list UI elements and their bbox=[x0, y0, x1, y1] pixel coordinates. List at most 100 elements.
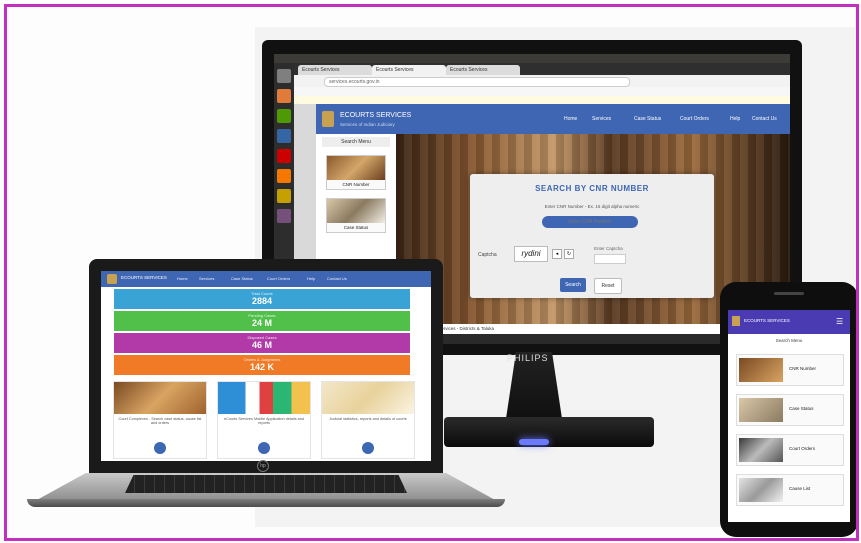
card-image bbox=[114, 382, 206, 414]
stat-value: 24 M bbox=[251, 318, 272, 328]
stat-caption: Orders & Judgments bbox=[243, 357, 281, 362]
hamburger-menu-icon[interactable]: ☰ bbox=[836, 317, 843, 326]
launcher-app-icon[interactable] bbox=[277, 169, 291, 183]
launcher-app-icon[interactable] bbox=[277, 149, 291, 163]
card-image bbox=[739, 478, 783, 502]
card-action-button[interactable] bbox=[154, 442, 166, 454]
site-title: ECOURTS SERVICES bbox=[340, 112, 412, 119]
launcher-app-icon[interactable] bbox=[277, 69, 291, 83]
card-label: CNR Number bbox=[342, 182, 370, 187]
nav-case-status[interactable]: Case Status bbox=[634, 116, 661, 122]
stat-value: 142 K bbox=[249, 362, 275, 372]
laptop-logo-icon: hp bbox=[257, 460, 269, 472]
browser-tab-bar: Ecourts Services Ecourts Services Ecourt… bbox=[294, 63, 790, 75]
cnr-input[interactable] bbox=[542, 216, 638, 228]
card-label: Court Orders bbox=[789, 446, 816, 451]
phone-card-case-status[interactable]: Case Status bbox=[736, 394, 844, 426]
stat-caption: Total Courts bbox=[251, 291, 273, 296]
captcha-input[interactable] bbox=[594, 254, 626, 264]
laptop-site-nav: ECOURTS SERVICES Home Services Case Stat… bbox=[101, 271, 431, 287]
notice-strip bbox=[294, 96, 790, 104]
card-text: Court Complexes - Search case status, ca… bbox=[118, 417, 202, 425]
nav-contact[interactable]: Contact Us bbox=[327, 276, 347, 281]
site-subtitle: Services of Indian Judiciary bbox=[340, 122, 395, 127]
laptop-front-edge bbox=[27, 499, 505, 507]
sidebar-card-cnr[interactable]: CNR Number bbox=[326, 155, 386, 190]
laptop-keyboard bbox=[125, 475, 407, 493]
card-label: CNR Number bbox=[789, 366, 817, 371]
reset-button[interactable]: Reset bbox=[594, 278, 622, 294]
card-label: Cause List bbox=[789, 486, 811, 491]
search-button[interactable]: Search bbox=[560, 278, 586, 292]
phone-card-court-orders[interactable]: Court Orders bbox=[736, 434, 844, 466]
stat-disposed-cases: Disposed Cases 46 M bbox=[114, 333, 410, 353]
card-label: Case Status bbox=[343, 225, 369, 230]
laptop: ECOURTS SERVICES Home Services Case Stat… bbox=[89, 259, 443, 474]
image-frame: Ecourts Services Ecourts Services Ecourt… bbox=[4, 4, 859, 541]
card-image bbox=[322, 382, 414, 414]
captcha-audio-icon[interactable]: ◂ bbox=[552, 249, 562, 259]
stat-value: 46 M bbox=[251, 340, 272, 350]
emblem-icon bbox=[322, 111, 334, 127]
emblem-icon bbox=[107, 274, 117, 284]
laptop-screen: ECOURTS SERVICES Home Services Case Stat… bbox=[101, 271, 431, 461]
feature-card[interactable]: Judicial statistics, reports and details… bbox=[321, 381, 415, 459]
stat-orders: Orders & Judgments 142 K bbox=[114, 355, 410, 375]
card-text: Judicial statistics, reports and details… bbox=[329, 417, 407, 421]
phone-subtitle: Search Menu bbox=[775, 338, 803, 343]
launcher-app-icon[interactable] bbox=[277, 129, 291, 143]
site-header: ECOURTS SERVICES Services of Indian Judi… bbox=[316, 104, 790, 134]
phone-card-cnr[interactable]: CNR Number bbox=[736, 354, 844, 386]
stat-caption: Pending Cases bbox=[248, 313, 276, 318]
card-image bbox=[327, 156, 385, 180]
smartphone: ECOURTS SERVICES ☰ Search Menu CNR Numbe… bbox=[720, 282, 856, 537]
captcha-label: Captcha bbox=[478, 252, 497, 258]
nav-home[interactable]: Home bbox=[564, 116, 577, 122]
monitor-base bbox=[444, 417, 654, 447]
captcha-image: rydini bbox=[514, 246, 548, 262]
browser-tab[interactable]: Ecourts Services bbox=[446, 65, 520, 75]
launcher-app-icon[interactable] bbox=[277, 89, 291, 103]
emblem-icon bbox=[732, 316, 740, 326]
modal-hint: Enter CNR Number - Ex. 16 digit alpha nu… bbox=[544, 204, 640, 209]
card-image bbox=[327, 199, 385, 223]
nav-help[interactable]: Help bbox=[307, 276, 315, 281]
nav-services[interactable]: Services bbox=[199, 276, 214, 281]
sidebar-heading: Search Menu bbox=[322, 137, 390, 147]
monitor-brand: PHILIPS bbox=[507, 353, 549, 363]
address-bar[interactable]: services.ecourts.gov.in bbox=[324, 77, 630, 87]
card-image bbox=[218, 382, 310, 414]
browser-toolbar: services.ecourts.gov.in bbox=[294, 75, 790, 87]
modal-title: SEARCH BY CNR NUMBER bbox=[535, 184, 649, 193]
stat-pending-cases: Pending Cases 24 M bbox=[114, 311, 410, 331]
nav-help[interactable]: Help bbox=[730, 116, 740, 122]
nav-services[interactable]: Services bbox=[592, 116, 611, 122]
nav-case-status[interactable]: Case Status bbox=[231, 276, 253, 281]
os-top-bar bbox=[274, 54, 790, 63]
stat-total-courts: Total Courts 2884 bbox=[114, 289, 410, 309]
phone-card-cause-list[interactable]: Cause List bbox=[736, 474, 844, 506]
stat-caption: Disposed Cases bbox=[247, 335, 277, 340]
launcher-app-icon[interactable] bbox=[277, 209, 291, 223]
nav-contact[interactable]: Contact Us bbox=[752, 116, 777, 122]
browser-tab-active[interactable]: Ecourts Services bbox=[372, 65, 446, 75]
captcha-refresh-icon[interactable]: ↻ bbox=[564, 249, 574, 259]
phone-site-title: ECOURTS SERVICES bbox=[744, 318, 790, 323]
launcher-app-icon[interactable] bbox=[277, 189, 291, 203]
phone-site-nav: ECOURTS SERVICES ☰ bbox=[728, 310, 850, 334]
card-action-button[interactable] bbox=[258, 442, 270, 454]
nav-home[interactable]: Home bbox=[177, 276, 188, 281]
captcha-input-label: Enter Captcha bbox=[594, 246, 623, 251]
card-image bbox=[739, 358, 783, 382]
nav-court-orders[interactable]: Court Orders bbox=[680, 116, 709, 122]
card-action-button[interactable] bbox=[362, 442, 374, 454]
browser-tab[interactable]: Ecourts Services bbox=[298, 65, 372, 75]
feature-card[interactable]: eCourts Services Mobile Application deta… bbox=[217, 381, 311, 459]
launcher-app-icon[interactable] bbox=[277, 109, 291, 123]
sidebar-card-case-status[interactable]: Case Status bbox=[326, 198, 386, 233]
card-image bbox=[739, 398, 783, 422]
phone-speaker bbox=[774, 292, 804, 295]
laptop-site-title: ECOURTS SERVICES bbox=[121, 275, 167, 280]
feature-card[interactable]: Court Complexes - Search case status, ca… bbox=[113, 381, 207, 459]
nav-court-orders[interactable]: Court Orders bbox=[267, 276, 290, 281]
